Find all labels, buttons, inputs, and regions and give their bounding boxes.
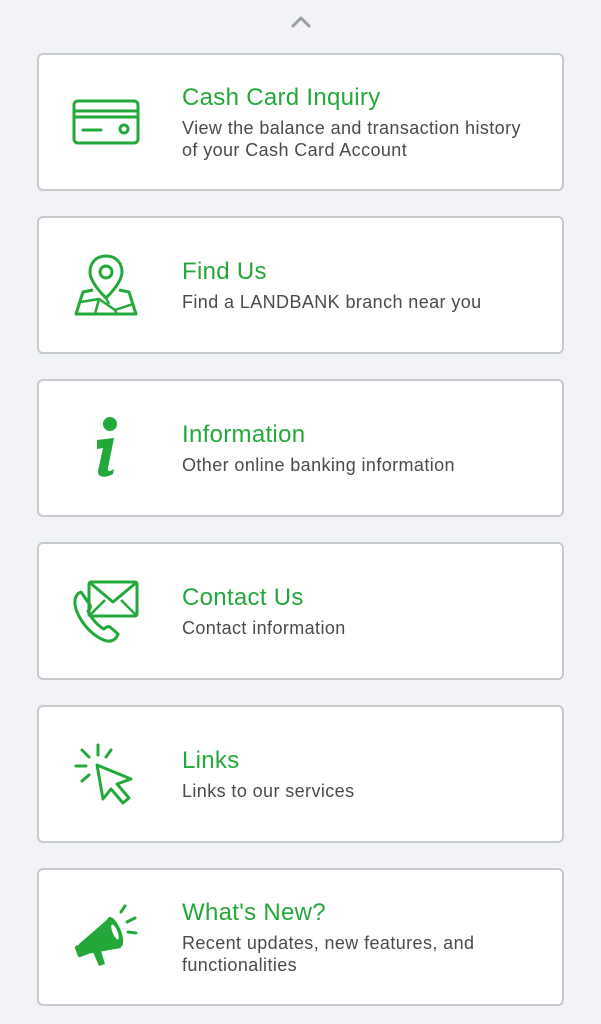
- card-description: View the balance and transaction history…: [182, 118, 521, 160]
- card-title: Information: [182, 421, 306, 448]
- card-description: Find a LANDBANK branch near you: [182, 292, 482, 312]
- app-screen: Cash Card Inquiry View the balance and t…: [0, 0, 601, 1024]
- megaphone-icon: [71, 902, 141, 972]
- card-title: What's New?: [182, 899, 326, 926]
- menu-item-information[interactable]: Information Other online banking informa…: [37, 379, 564, 517]
- card-text: Cash Card Inquiry View the balance and t…: [182, 83, 542, 161]
- card-title: Links: [182, 747, 240, 774]
- card-text: Links Links to our services: [182, 746, 542, 802]
- card-text: Find Us Find a LANDBANK branch near you: [182, 257, 542, 313]
- card-title: Cash Card Inquiry: [182, 84, 381, 111]
- card-text: Contact Us Contact information: [182, 583, 542, 639]
- menu-item-cash-card-inquiry[interactable]: Cash Card Inquiry View the balance and t…: [37, 53, 564, 191]
- card-description: Contact information: [182, 618, 346, 638]
- card-description: Links to our services: [182, 781, 355, 801]
- map-pin-icon: [71, 250, 141, 320]
- menu-item-whats-new[interactable]: What's New? Recent updates, new features…: [37, 868, 564, 1006]
- menu-item-find-us[interactable]: Find Us Find a LANDBANK branch near you: [37, 216, 564, 354]
- card-description: Recent updates, new features, and functi…: [182, 933, 475, 975]
- chevron-up-icon: [291, 16, 311, 28]
- card-title: Contact Us: [182, 584, 304, 611]
- cursor-click-icon: [71, 739, 141, 809]
- card-text: Information Other online banking informa…: [182, 420, 542, 476]
- collapse-button[interactable]: [284, 8, 318, 34]
- card-text: What's New? Recent updates, new features…: [182, 898, 542, 976]
- phone-envelope-icon: [71, 576, 141, 646]
- menu-list: Cash Card Inquiry View the balance and t…: [37, 53, 564, 1024]
- card-description: Other online banking information: [182, 455, 455, 475]
- credit-card-icon: [71, 87, 141, 157]
- menu-item-links[interactable]: Links Links to our services: [37, 705, 564, 843]
- menu-item-contact-us[interactable]: Contact Us Contact information: [37, 542, 564, 680]
- info-icon: [71, 413, 141, 483]
- card-title: Find Us: [182, 258, 267, 285]
